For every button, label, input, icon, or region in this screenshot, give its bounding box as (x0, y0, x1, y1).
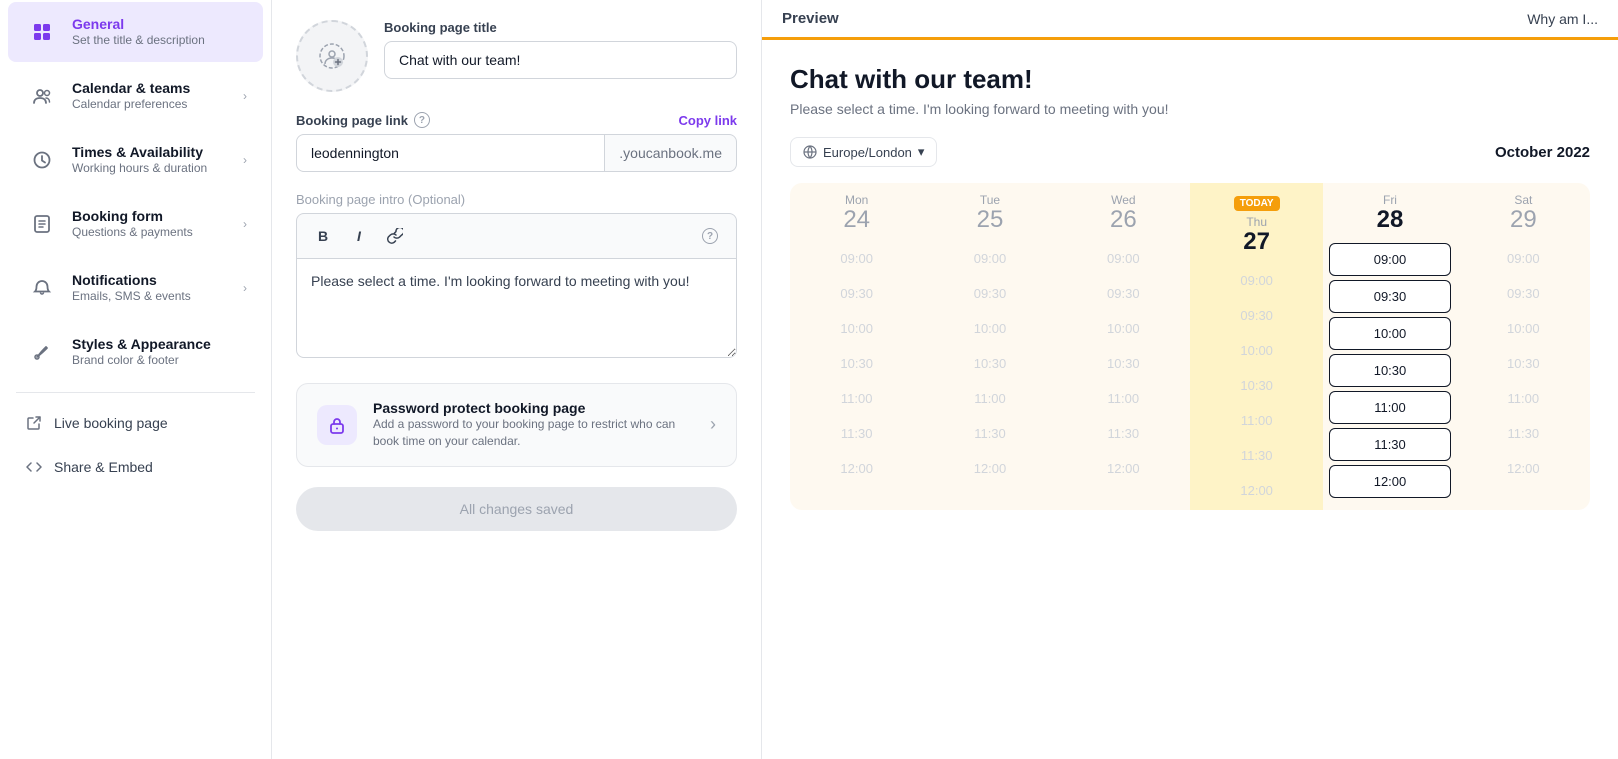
sidebar-item-booking-form-title: Booking form (72, 207, 243, 225)
sidebar-item-calendar-title: Calendar & teams (72, 79, 243, 97)
sidebar-item-general[interactable]: General Set the title & description (8, 2, 263, 62)
bell-icon (24, 270, 60, 306)
photo-title-row: Booking page title (296, 20, 737, 92)
grid-icon (24, 14, 60, 50)
photo-upload-button[interactable] (296, 20, 368, 92)
sidebar-item-calendar-subtitle: Calendar preferences (72, 97, 243, 113)
slot-fri-0930[interactable]: 09:30 (1329, 280, 1450, 313)
sidebar-item-booking-form-subtitle: Questions & payments (72, 225, 243, 241)
link-inputs: .youcanbook.me (296, 134, 737, 172)
sidebar-item-booking-form[interactable]: Booking form Questions & payments › (8, 194, 263, 254)
intro-textarea[interactable]: Please select a time. I'm looking forwar… (296, 258, 737, 358)
share-embed-label: Share & Embed (54, 459, 153, 475)
preview-label: Preview (782, 10, 839, 27)
preview-tab-why[interactable]: Why am I... (1527, 11, 1598, 27)
slot-mon-1200: 12:00 (796, 453, 917, 484)
slot-mon-1000: 10:00 (796, 313, 917, 344)
sidebar-item-styles[interactable]: Styles & Appearance Brand color & footer (8, 322, 263, 382)
cal-day-sat: Sat 29 09:00 09:30 10:00 10:30 11:00 11:… (1457, 183, 1590, 510)
link-row: Booking page link ? Copy link .youcanboo… (296, 112, 737, 172)
sidebar-link-share-embed[interactable]: Share & Embed (8, 447, 263, 487)
sidebar-item-times[interactable]: Times & Availability Working hours & dur… (8, 130, 263, 190)
times-chevron-icon: › (243, 153, 247, 167)
main-content: Booking page title Booking page link ? C… (272, 0, 762, 759)
cal-day-thu: TODAY Thu 27 09:00 09:30 10:00 10:30 11:… (1190, 183, 1323, 510)
help-icon[interactable]: ? (414, 112, 430, 128)
title-section: Booking page title (384, 20, 737, 79)
timezone-value: Europe/London (823, 145, 912, 160)
sidebar-item-times-title: Times & Availability (72, 143, 243, 161)
sidebar: General Set the title & description Cale… (0, 0, 272, 759)
sidebar-item-styles-subtitle: Brand color & footer (72, 353, 247, 369)
preview-body: Chat with our team! Please select a time… (762, 40, 1618, 759)
copy-link-button[interactable]: Copy link (678, 113, 737, 128)
cal-day-mon: Mon 24 09:00 09:30 10:00 10:30 11:00 11:… (790, 183, 923, 510)
slot-fri-1000[interactable]: 10:00 (1329, 317, 1450, 350)
notifications-chevron-icon: › (243, 281, 247, 295)
password-desc: Add a password to your booking page to r… (373, 416, 694, 450)
intro-toolbar: B I ? (296, 213, 737, 258)
sidebar-link-live-booking[interactable]: Live booking page (8, 403, 263, 443)
save-button[interactable]: All changes saved (296, 487, 737, 531)
sidebar-item-general-title: General (72, 15, 247, 33)
sidebar-item-general-subtitle: Set the title & description (72, 33, 247, 49)
cal-day-tue: Tue 25 09:00 09:30 10:00 10:30 11:00 11:… (923, 183, 1056, 510)
external-link-icon (24, 413, 44, 433)
password-title: Password protect booking page (373, 400, 694, 416)
password-protect-card[interactable]: Password protect booking page Add a pass… (296, 383, 737, 467)
form-icon (24, 206, 60, 242)
password-chevron-icon: › (710, 414, 716, 435)
cal-day-wed: Wed 26 09:00 09:30 10:00 10:30 11:00 11:… (1057, 183, 1190, 510)
preview-panel: Preview Why am I... Chat with our team! … (762, 0, 1618, 759)
cal-month: October 2022 (1495, 144, 1590, 161)
cal-subtitle: Please select a time. I'm looking forwar… (790, 101, 1590, 117)
sidebar-item-calendar-teams[interactable]: Calendar & teams Calendar preferences › (8, 66, 263, 126)
timezone-chevron: ▾ (918, 144, 925, 160)
link-domain: .youcanbook.me (605, 134, 737, 172)
booking-form-chevron-icon: › (243, 217, 247, 231)
slot-fri-1130[interactable]: 11:30 (1329, 428, 1450, 461)
sidebar-item-times-subtitle: Working hours & duration (72, 161, 243, 177)
today-badge: TODAY (1234, 196, 1280, 211)
bold-button[interactable]: B (309, 222, 337, 250)
sidebar-item-notifications-subtitle: Emails, SMS & events (72, 289, 243, 305)
calendar-chevron-icon: › (243, 89, 247, 103)
timezone-selector[interactable]: Europe/London ▾ (790, 137, 937, 167)
slot-mon-1030: 10:30 (796, 348, 917, 379)
cal-day-fri: Fri 28 09:00 09:30 10:00 10:30 11:00 11:… (1323, 183, 1456, 510)
link-label: Booking page link (296, 113, 408, 128)
code-icon (24, 457, 44, 477)
live-booking-label: Live booking page (54, 415, 168, 431)
booking-title-label: Booking page title (384, 20, 737, 35)
brush-icon (24, 334, 60, 370)
cal-grid: Mon 24 09:00 09:30 10:00 10:30 11:00 11:… (790, 183, 1590, 510)
slot-fri-1100[interactable]: 11:00 (1329, 391, 1450, 424)
intro-section: Booking page intro (Optional) B I ? Plea… (296, 192, 737, 363)
sidebar-divider (16, 392, 255, 393)
cal-controls: Europe/London ▾ October 2022 (790, 137, 1590, 167)
users-icon (24, 78, 60, 114)
link-button[interactable] (381, 222, 409, 250)
slot-mon-1130: 11:30 (796, 418, 917, 449)
booking-title-input[interactable] (384, 41, 737, 79)
slot-mon-0900: 09:00 (796, 243, 917, 274)
preview-header: Preview Why am I... (762, 0, 1618, 40)
slot-fri-0900[interactable]: 09:00 (1329, 243, 1450, 276)
sidebar-item-notifications-title: Notifications (72, 271, 243, 289)
help-toolbar-icon[interactable]: ? (696, 222, 724, 250)
slot-fri-1030[interactable]: 10:30 (1329, 354, 1450, 387)
sidebar-item-notifications[interactable]: Notifications Emails, SMS & events › (8, 258, 263, 318)
sidebar-item-styles-title: Styles & Appearance (72, 335, 247, 353)
cal-title: Chat with our team! (790, 64, 1590, 95)
slot-mon-0930: 09:30 (796, 278, 917, 309)
link-slug-input[interactable] (296, 134, 605, 172)
italic-button[interactable]: I (345, 222, 373, 250)
lock-icon (317, 405, 357, 445)
slot-mon-1100: 11:00 (796, 383, 917, 414)
clock-icon (24, 142, 60, 178)
slot-fri-1200[interactable]: 12:00 (1329, 465, 1450, 498)
intro-label: Booking page intro (Optional) (296, 192, 737, 207)
